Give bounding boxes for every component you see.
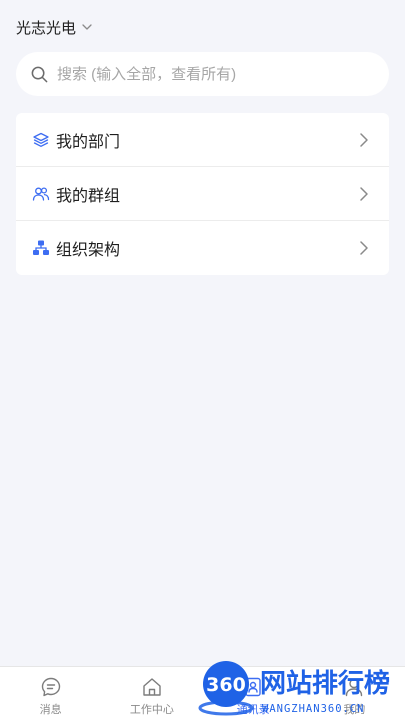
org-chart-icon [33,240,49,255]
tab-label: 工作中心 [129,704,174,716]
watermark-title: 网站排行榜 [260,668,390,699]
message-icon [41,677,60,697]
menu-item-my-groups[interactable]: 我的群组 [16,167,389,221]
menu-item-my-department[interactable]: 我的部门 [16,113,389,167]
menu-item-label: 组织架构 [56,242,121,259]
chevron-right-icon [360,241,368,255]
search-icon [31,66,48,82]
tab-messages[interactable]: 消息 [0,667,101,720]
watermark-logo-number: 360 [206,674,246,696]
tab-label: 消息 [39,704,62,716]
menu-item-label: 我的群组 [56,187,121,205]
chevron-right-icon [360,186,368,201]
menu-item-label: 我的部门 [56,133,121,151]
org-switcher[interactable]: 光志光电 [16,16,94,38]
layers-icon [33,132,49,147]
contacts-menu: 我的部门 我的群组 组织架构 [16,113,389,275]
group-icon [32,186,50,201]
org-name: 光志光电 [16,19,77,37]
chevron-right-icon [360,132,368,147]
watermark-logo: 360 网站排行榜 WANGZHAN360.CN [198,661,390,716]
watermark-url: WANGZHAN360.CN [262,703,365,715]
tab-work-center[interactable]: 工作中心 [101,667,202,720]
search-bar[interactable] [16,52,389,96]
chevron-down-icon [82,24,92,30]
menu-item-org-structure[interactable]: 组织架构 [16,221,389,275]
home-icon [143,678,161,696]
search-input[interactable] [57,65,357,83]
